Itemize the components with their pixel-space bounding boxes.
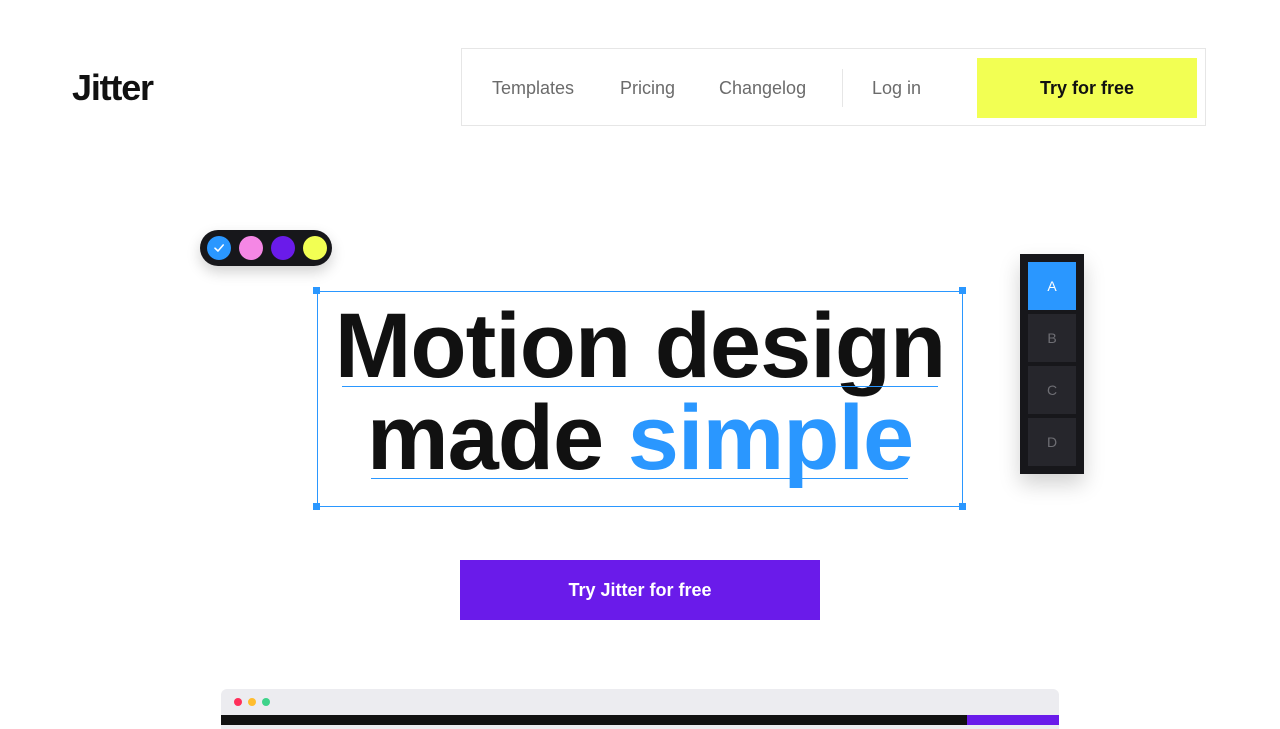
resize-handle-bottom-left[interactable] bbox=[313, 503, 320, 510]
headline-line-1: Motion design bbox=[334, 295, 946, 397]
resize-handle-top-left[interactable] bbox=[313, 287, 320, 294]
app-preview-window bbox=[221, 689, 1059, 729]
color-swatch-picker bbox=[200, 230, 332, 266]
letter-option-d[interactable]: D bbox=[1028, 418, 1076, 466]
letter-option-b[interactable]: B bbox=[1028, 314, 1076, 362]
letter-option-c[interactable]: C bbox=[1028, 366, 1076, 414]
swatch-pink[interactable] bbox=[239, 236, 263, 260]
swatch-purple[interactable] bbox=[271, 236, 295, 260]
top-nav: Templates Pricing Changelog Log in Try f… bbox=[461, 48, 1206, 126]
headline-accent-word: simple bbox=[627, 387, 914, 489]
resize-handle-bottom-right[interactable] bbox=[959, 503, 966, 510]
try-for-free-button[interactable]: Try for free bbox=[977, 58, 1197, 118]
text-baseline-1 bbox=[342, 386, 938, 387]
nav-link-pricing[interactable]: Pricing bbox=[620, 49, 675, 127]
nav-link-templates[interactable]: Templates bbox=[492, 49, 574, 127]
resize-handle-top-right[interactable] bbox=[959, 287, 966, 294]
jitter-logo[interactable]: Jitter bbox=[72, 68, 154, 108]
swatch-yellow[interactable] bbox=[303, 236, 327, 260]
letter-option-a[interactable]: A bbox=[1028, 262, 1076, 310]
app-toolbar bbox=[221, 715, 1059, 725]
hero-headline: Motion design made simple bbox=[317, 300, 963, 484]
window-minimize-dot bbox=[248, 698, 256, 706]
nav-link-changelog[interactable]: Changelog bbox=[719, 49, 806, 127]
window-close-dot bbox=[234, 698, 242, 706]
window-maximize-dot bbox=[262, 698, 270, 706]
headline-plain-word: made bbox=[366, 387, 604, 489]
app-toolbar-accent bbox=[967, 715, 1059, 725]
nav-divider bbox=[842, 69, 843, 107]
try-jitter-button[interactable]: Try Jitter for free bbox=[460, 560, 820, 620]
letter-panel: A B C D bbox=[1020, 254, 1084, 474]
text-baseline-2 bbox=[371, 478, 908, 479]
headline-line-2: made simple bbox=[317, 392, 963, 484]
check-icon bbox=[214, 244, 224, 252]
swatch-blue[interactable] bbox=[207, 236, 231, 260]
login-link[interactable]: Log in bbox=[872, 49, 921, 127]
